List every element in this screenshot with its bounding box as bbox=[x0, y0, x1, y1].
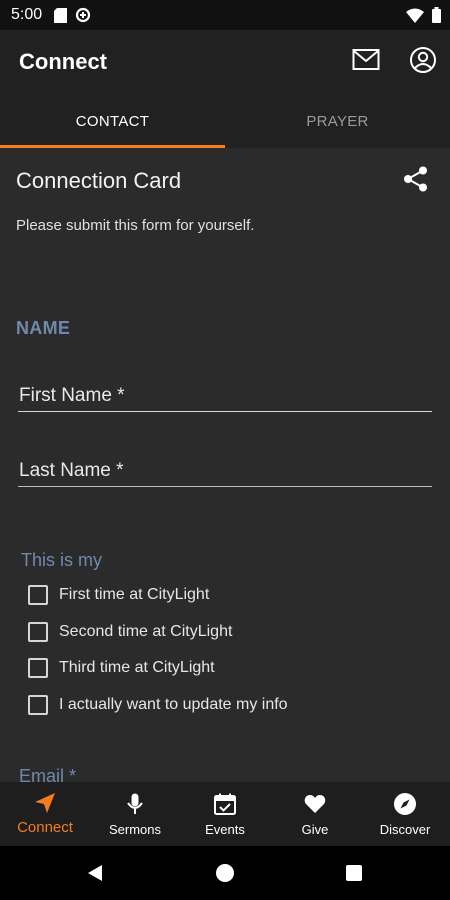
nav-events[interactable]: Events bbox=[180, 782, 270, 846]
visit-group-label: This is my bbox=[21, 550, 102, 570]
checkbox[interactable] bbox=[28, 695, 48, 715]
nav-events-label: Events bbox=[205, 822, 245, 837]
last-name-field[interactable]: Last Name * bbox=[18, 446, 432, 487]
email-field-label[interactable]: Email * bbox=[19, 766, 76, 782]
first-name-field[interactable]: First Name * bbox=[18, 371, 432, 412]
form-title: Connection Card bbox=[16, 168, 182, 193]
heart-icon bbox=[304, 795, 326, 813]
home-icon[interactable] bbox=[216, 864, 234, 882]
section-name-heading: NAME bbox=[16, 318, 71, 338]
option-update-info[interactable]: I actually want to update my info bbox=[28, 694, 288, 716]
bottom-navigation: Connect Sermons Events Give Discover bbox=[0, 782, 450, 846]
status-bar: 5:00 bbox=[0, 0, 450, 30]
last-name-placeholder: Last Name * bbox=[19, 460, 124, 481]
system-navigation-bar bbox=[0, 846, 450, 900]
option-label: I actually want to update my info bbox=[59, 696, 288, 713]
account-icon[interactable] bbox=[409, 46, 437, 74]
status-time: 5:00 bbox=[11, 6, 43, 23]
nav-sermons[interactable]: Sermons bbox=[90, 782, 180, 846]
compass-icon bbox=[394, 793, 416, 815]
option-third-time[interactable]: Third time at CityLight bbox=[28, 657, 215, 679]
option-first-time[interactable]: First time at CityLight bbox=[28, 584, 209, 606]
nav-sermons-label: Sermons bbox=[108, 822, 162, 837]
nav-discover-label: Discover bbox=[379, 822, 431, 837]
option-second-time[interactable]: Second time at CityLight bbox=[28, 621, 232, 643]
share-icon[interactable] bbox=[402, 165, 430, 193]
tab-prayer[interactable]: PRAYER bbox=[225, 94, 450, 148]
nav-give-label: Give bbox=[301, 822, 329, 837]
wifi-icon bbox=[406, 8, 424, 23]
nav-connect-label: Connect bbox=[17, 819, 73, 836]
tab-bar: CONTACT PRAYER bbox=[0, 94, 450, 148]
connection-card-form: Connection Card Please submit this form … bbox=[0, 148, 450, 782]
form-subtitle: Please submit this form for yourself. bbox=[16, 217, 255, 234]
back-icon[interactable] bbox=[86, 864, 104, 882]
tab-contact[interactable]: CONTACT bbox=[0, 94, 225, 148]
app-bar: Connect bbox=[0, 30, 450, 94]
nav-discover[interactable]: Discover bbox=[360, 782, 450, 846]
option-label: Second time at CityLight bbox=[59, 623, 233, 640]
tab-contact-label: CONTACT bbox=[75, 112, 150, 130]
nav-connect[interactable]: Connect bbox=[0, 782, 90, 846]
first-name-placeholder: First Name * bbox=[19, 385, 125, 406]
checkbox[interactable] bbox=[28, 622, 48, 642]
battery-icon bbox=[432, 7, 441, 23]
app-title: Connect bbox=[19, 49, 107, 74]
data-saver-icon bbox=[76, 7, 91, 23]
checkbox[interactable] bbox=[28, 658, 48, 678]
option-label: First time at CityLight bbox=[59, 586, 210, 603]
microphone-icon bbox=[127, 793, 143, 814]
sd-card-icon bbox=[54, 7, 68, 23]
nav-give[interactable]: Give bbox=[270, 782, 360, 846]
recents-icon[interactable] bbox=[346, 865, 362, 881]
tab-prayer-label: PRAYER bbox=[306, 112, 369, 130]
send-icon bbox=[35, 793, 55, 813]
calendar-icon bbox=[214, 793, 236, 815]
mail-icon[interactable] bbox=[352, 48, 380, 72]
option-label: Third time at CityLight bbox=[59, 659, 215, 676]
checkbox[interactable] bbox=[28, 585, 48, 605]
